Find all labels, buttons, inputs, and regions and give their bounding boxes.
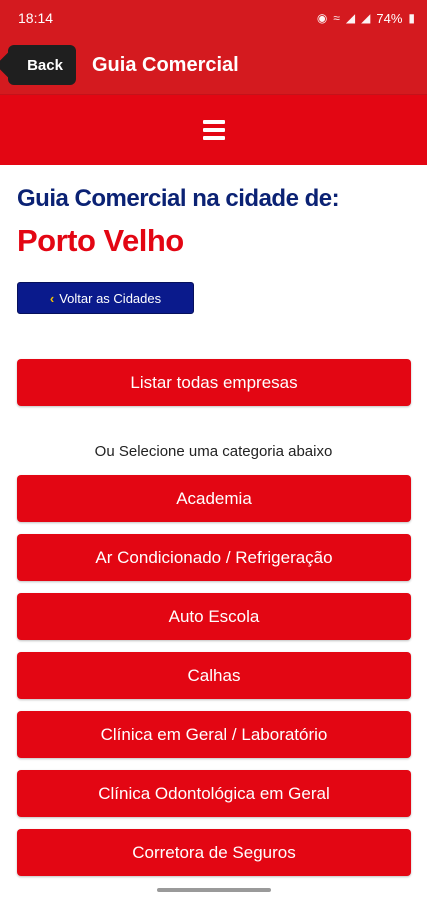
status-icons: ◉ ≈ ◢ ◢ 74% ▮: [317, 11, 415, 26]
page-title: Guia Comercial na cidade de:: [17, 185, 340, 212]
category-button-clinica-geral[interactable]: Clínica em Geral / Laboratório: [17, 711, 411, 758]
status-bar: 18:14 ◉ ≈ ◢ ◢ 74% ▮: [0, 0, 427, 36]
back-to-cities-label: Voltar as Cidades: [59, 290, 162, 306]
back-button-wrap[interactable]: Back: [0, 45, 76, 85]
category-button-auto-escola[interactable]: Auto Escola: [17, 593, 411, 640]
signal-icon-2: ◢: [361, 11, 371, 25]
hamburger-icon[interactable]: [202, 120, 225, 140]
home-indicator[interactable]: [156, 888, 271, 892]
app-bar: Back Guia Comercial: [0, 36, 427, 94]
chevron-left-icon: ‹: [49, 290, 55, 306]
battery-icon: ▮: [408, 11, 415, 25]
status-time: 18:14: [18, 10, 54, 26]
signal-icon: ◢: [345, 11, 356, 25]
wifi-icon: ≈: [333, 11, 340, 25]
category-prompt: Ou Selecione uma categoria abaixo: [94, 443, 333, 460]
app-title: Guia Comercial: [92, 53, 239, 76]
back-to-cities-button[interactable]: ‹ Voltar as Cidades: [17, 282, 194, 314]
menu-bar: [0, 94, 427, 165]
category-button-corretora-seguros[interactable]: Corretora de Seguros: [17, 829, 411, 876]
city-name: Porto Velho: [17, 223, 184, 258]
gesture-bar: [0, 880, 427, 900]
category-button-ar-condicionado[interactable]: Ar Condicionado / Refrigeração: [17, 534, 411, 581]
battery-percent: 74%: [376, 10, 403, 26]
category-button-clinica-odontologica[interactable]: Clínica Odontológica em Geral: [17, 770, 411, 817]
location-icon: ◉: [316, 11, 328, 25]
category-button-academia[interactable]: Academia: [17, 475, 411, 522]
list-all-button[interactable]: Listar todas empresas: [17, 359, 411, 406]
back-button[interactable]: Back: [8, 45, 76, 85]
category-button-calhas[interactable]: Calhas: [17, 652, 411, 699]
